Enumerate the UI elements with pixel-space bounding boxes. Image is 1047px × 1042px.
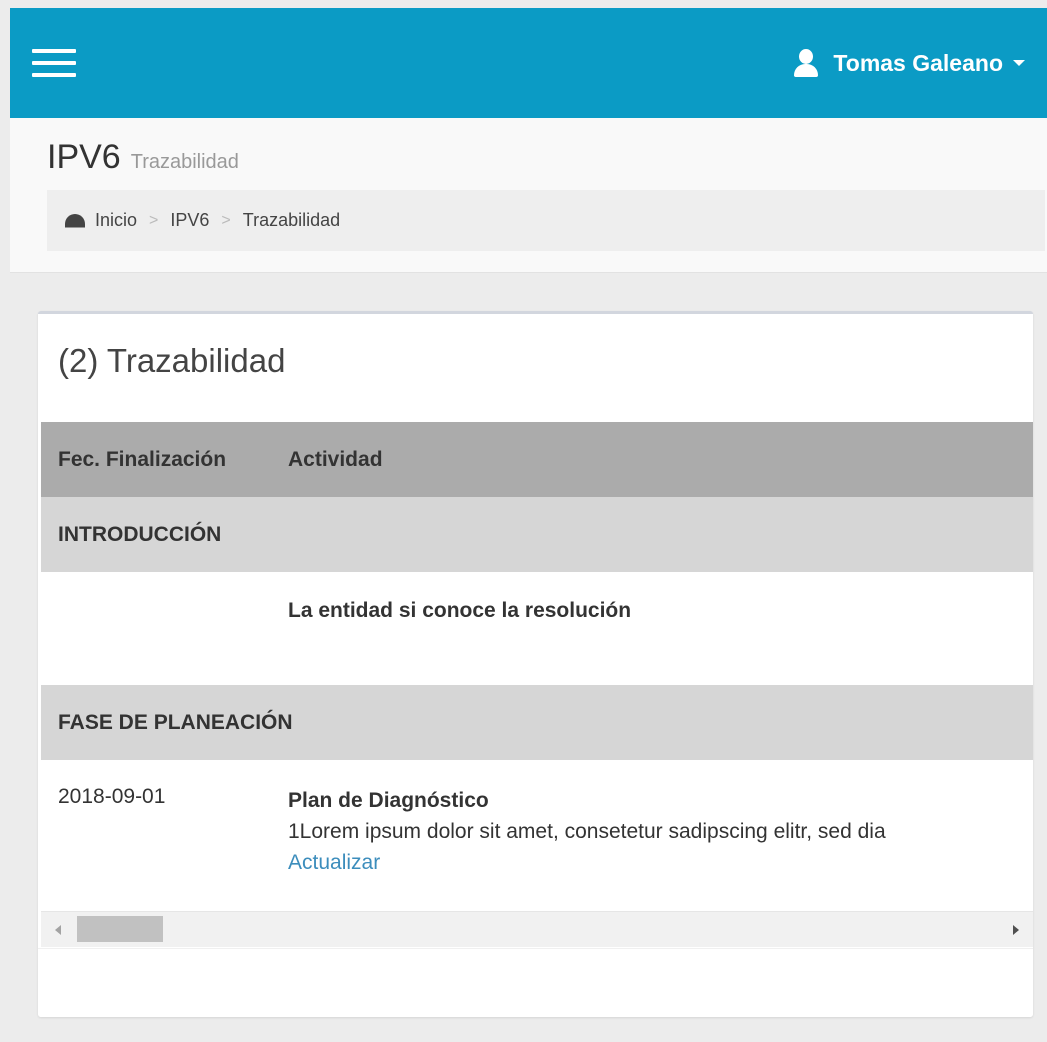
traceability-table: Fec. Finalización Actividad INTRODUCCIÓN… <box>41 422 1033 947</box>
row-activity: La entidad si conoce la resolución <box>288 599 632 622</box>
top-navbar: Tomas Galeano <box>10 8 1047 118</box>
breadcrumb: Inicio > IPV6 > Trazabilidad <box>47 190 1045 251</box>
row-activity: Plan de Diagnóstico <box>288 789 489 812</box>
scroll-left-icon[interactable] <box>55 925 61 935</box>
section-row: INTRODUCCIÓN <box>41 497 1033 572</box>
section-title: INTRODUCCIÓN <box>58 522 222 546</box>
user-icon <box>793 49 819 77</box>
box-footer <box>38 948 1033 1017</box>
breadcrumb-item-inicio[interactable]: Inicio <box>95 210 137 231</box>
content-header: IPV6 Trazabilidad Inicio > IPV6 > Trazabi… <box>10 118 1047 273</box>
row-date: 2018-09-01 <box>58 785 166 808</box>
scroll-right-icon[interactable] <box>1013 925 1019 935</box>
table-row: La entidad si conoce la resolución <box>41 572 1033 685</box>
user-name: Tomas Galeano <box>833 49 1003 76</box>
table-header-row: Fec. Finalización Actividad <box>41 422 1033 497</box>
scroll-thumb[interactable] <box>77 916 163 942</box>
section-title: FASE DE PLANEACIÓN <box>58 710 293 734</box>
page-title-text: IPV6 <box>47 138 121 176</box>
page-title: IPV6 Trazabilidad <box>47 138 239 177</box>
breadcrumb-separator: > <box>221 211 231 229</box>
box-title: (2) Trazabilidad <box>58 342 286 379</box>
row-activity-cell: Plan de Diagnóstico 1Lorem ipsum dolor s… <box>288 785 886 910</box>
horizontal-scrollbar[interactable] <box>41 911 1033 947</box>
section-row: FASE DE PLANEACIÓN <box>41 685 1033 760</box>
traceability-box: (2) Trazabilidad Fec. Finalización Activ… <box>38 311 1033 1017</box>
row-date <box>41 599 288 685</box>
dashboard-icon <box>65 214 85 228</box>
breadcrumb-separator: > <box>149 211 159 229</box>
user-menu[interactable]: Tomas Galeano <box>793 49 1025 77</box>
hamburger-icon[interactable] <box>32 43 76 83</box>
caret-down-icon <box>1013 60 1025 66</box>
update-link[interactable]: Actualizar <box>288 847 886 878</box>
row-description: 1Lorem ipsum dolor sit amet, consetetur … <box>288 820 886 843</box>
breadcrumb-item-ipv6[interactable]: IPV6 <box>170 210 209 231</box>
page-subtitle: Trazabilidad <box>130 151 239 173</box>
breadcrumb-item-current: Trazabilidad <box>242 210 341 230</box>
column-header-activity: Actividad <box>288 447 383 471</box>
table-row: 2018-09-01 Plan de Diagnóstico 1Lorem ip… <box>41 760 1033 910</box>
column-header-date: Fec. Finalización <box>58 447 227 471</box>
